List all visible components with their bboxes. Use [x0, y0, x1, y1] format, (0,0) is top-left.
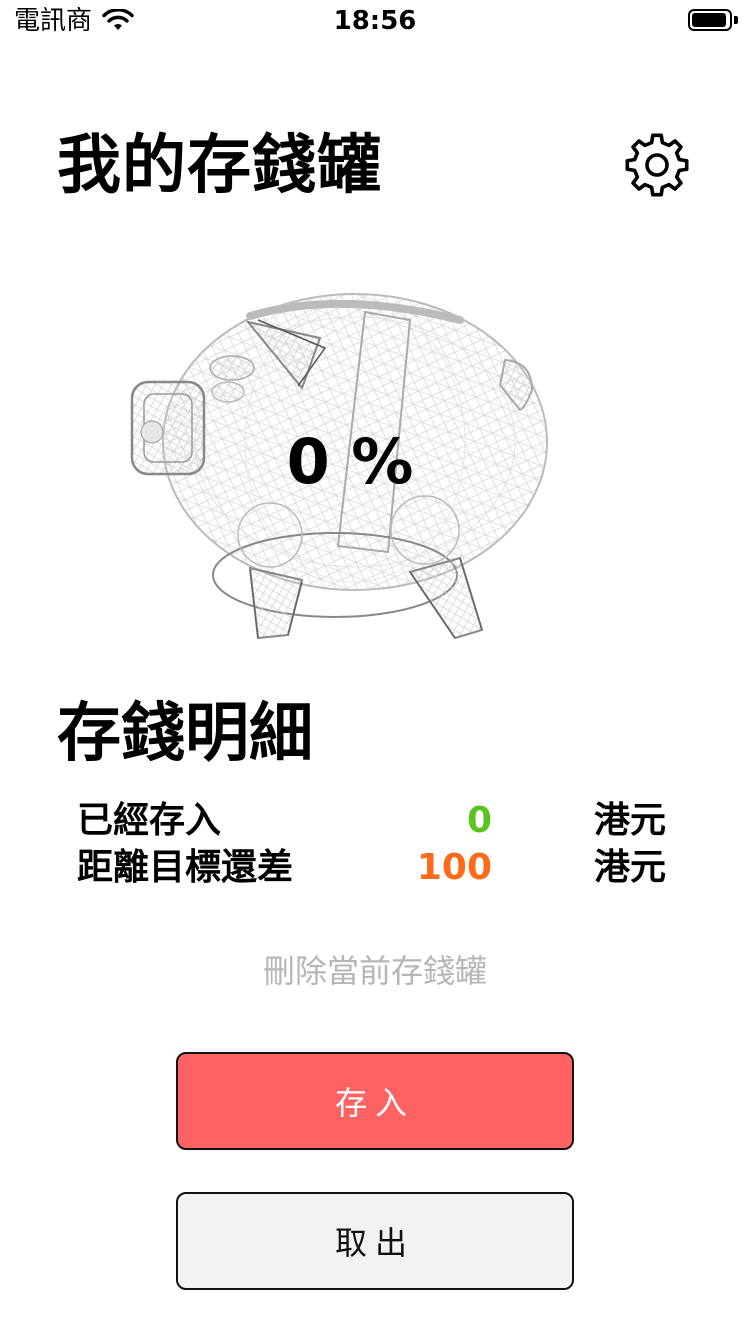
- page-title: 我的存錢罐: [57, 129, 382, 203]
- saved-amount-label: 已經存入: [77, 800, 222, 841]
- delete-piggy-bank-link[interactable]: 刪除當前存錢罐: [0, 950, 750, 992]
- remaining-amount-unit: 港元: [594, 847, 667, 888]
- remaining-amount-label: 距離目標還差: [77, 847, 294, 888]
- details-title: 存錢明細: [57, 697, 313, 771]
- saved-amount-value: 0: [466, 800, 492, 841]
- withdraw-button[interactable]: 取出: [176, 1192, 574, 1290]
- savings-progress-percent: 0 %: [286, 425, 414, 498]
- status-time: 18:56: [333, 6, 417, 36]
- remaining-amount-value: 100: [416, 847, 492, 888]
- battery-tip: [734, 16, 738, 24]
- gear-outline: [625, 133, 689, 197]
- battery-level: [692, 13, 726, 27]
- deposit-button[interactable]: 存入: [176, 1052, 574, 1150]
- battery-icon: [688, 9, 732, 31]
- gear-icon[interactable]: [624, 132, 690, 198]
- saved-amount-unit: 港元: [594, 800, 667, 841]
